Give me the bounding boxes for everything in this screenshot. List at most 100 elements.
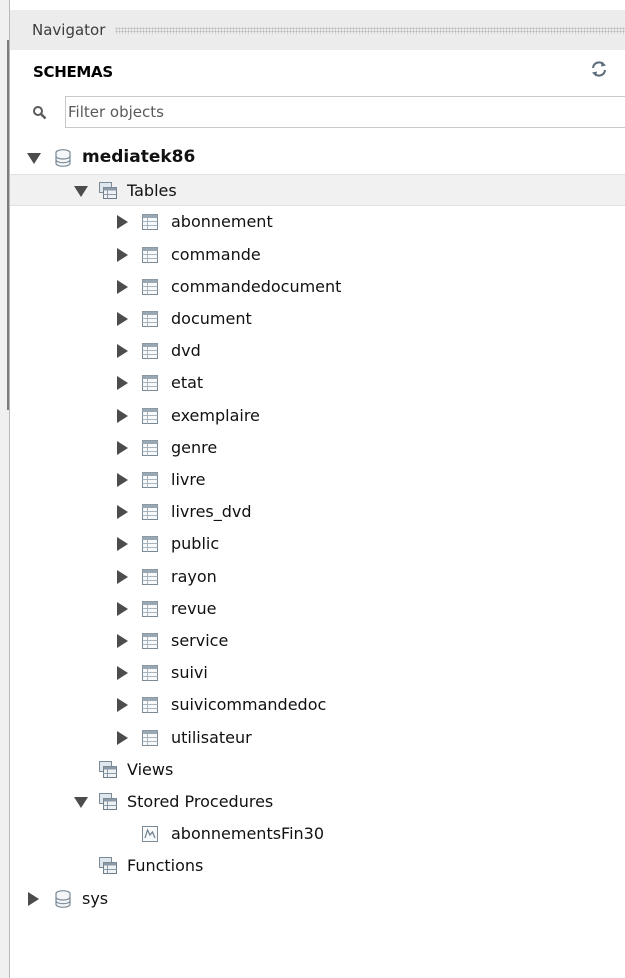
expand-down-arrow-icon[interactable]: [74, 797, 88, 808]
table-name: rayon: [171, 566, 217, 586]
table-node[interactable]: suivi: [10, 657, 625, 689]
navigator-header[interactable]: Navigator: [10, 10, 625, 50]
tables-folder-icon: [98, 181, 118, 201]
table-icon: [140, 341, 160, 361]
table-icon: [140, 277, 160, 297]
procedure-icon: [140, 824, 160, 844]
table-node[interactable]: service: [10, 625, 625, 657]
schema-name: sys: [82, 888, 109, 908]
collapse-right-arrow-icon[interactable]: [117, 440, 128, 455]
table-name: public: [171, 534, 220, 554]
filter-row: [10, 96, 625, 130]
table-name: abonnement: [171, 212, 273, 232]
left-edge-bar: [0, 0, 10, 978]
table-icon: [140, 245, 160, 265]
collapse-right-arrow-icon[interactable]: [117, 730, 128, 745]
table-node[interactable]: commande: [10, 239, 625, 271]
table-name: document: [171, 309, 252, 328]
table-node[interactable]: commandedocument: [10, 271, 625, 303]
table-icon: [140, 567, 160, 587]
schemas-title: SCHEMAS: [33, 63, 113, 81]
procedures-folder-icon: [98, 792, 118, 812]
collapse-right-arrow-icon[interactable]: [117, 376, 128, 391]
collapse-right-arrow-icon[interactable]: [117, 666, 128, 681]
table-node[interactable]: livres_dvd: [10, 496, 625, 528]
table-name: exemplaire: [171, 405, 260, 425]
table-name: utilisateur: [171, 727, 252, 747]
table-node[interactable]: rayon: [10, 561, 625, 593]
table-icon: [140, 502, 160, 522]
table-name: service: [171, 631, 229, 650]
views-folder-icon: [98, 760, 118, 780]
search-icon: [33, 106, 47, 120]
procedure-node[interactable]: abonnementsFin30: [10, 818, 625, 850]
table-node[interactable]: livre: [10, 464, 625, 496]
table-name: suivicommandedoc: [171, 695, 327, 715]
table-node[interactable]: etat: [10, 367, 625, 399]
table-node[interactable]: genre: [10, 432, 625, 464]
table-node[interactable]: utilisateur: [10, 722, 625, 754]
collapse-right-arrow-icon[interactable]: [117, 537, 128, 552]
collapse-right-arrow-icon[interactable]: [117, 408, 128, 423]
table-node[interactable]: dvd: [10, 335, 625, 367]
table-node[interactable]: suivicommandedoc: [10, 689, 625, 721]
table-name: etat: [171, 373, 204, 393]
collapse-right-arrow-icon[interactable]: [117, 344, 128, 359]
schema-name: mediatek86: [82, 147, 196, 167]
schema-node-sys[interactable]: sys: [10, 883, 625, 915]
collapse-right-arrow-icon[interactable]: [117, 312, 128, 326]
navigator-title: Navigator: [32, 21, 106, 39]
tables-label: Tables: [127, 181, 177, 201]
table-icon: [140, 406, 160, 426]
schema-node-mediatek86[interactable]: mediatek86: [10, 142, 625, 174]
table-node[interactable]: exemplaire: [10, 400, 625, 432]
table-name: commandedocument: [171, 276, 342, 296]
collapse-right-arrow-icon[interactable]: [28, 891, 39, 906]
table-icon: [140, 438, 160, 458]
stored-procedures-label: Stored Procedures: [127, 792, 274, 811]
collapse-right-arrow-icon[interactable]: [117, 247, 128, 262]
expand-down-arrow-icon[interactable]: [74, 186, 88, 198]
table-icon: [140, 663, 160, 683]
left-edge-line: [7, 40, 9, 410]
table-icon: [140, 728, 160, 748]
table-node[interactable]: abonnement: [10, 206, 625, 238]
collapse-right-arrow-icon[interactable]: [117, 634, 128, 648]
navigator-panel: Navigator SCHEMAS mediatek86 Tables abonne…: [10, 0, 625, 978]
table-node[interactable]: revue: [10, 593, 625, 625]
functions-label: Functions: [127, 856, 204, 876]
header-drag-grip[interactable]: [115, 27, 625, 34]
table-name: revue: [171, 598, 217, 618]
tree-node-functions[interactable]: Functions: [10, 850, 625, 882]
collapse-right-arrow-icon[interactable]: [117, 215, 128, 230]
procedure-name: abonnementsFin30: [171, 824, 325, 844]
refresh-icon[interactable]: [590, 60, 608, 78]
database-icon: [53, 889, 73, 909]
collapse-right-arrow-icon[interactable]: [117, 279, 128, 294]
table-icon: [140, 599, 160, 619]
collapse-right-arrow-icon[interactable]: [117, 505, 128, 520]
table-icon: [140, 534, 160, 554]
tree-node-tables[interactable]: Tables: [10, 174, 625, 207]
table-name: genre: [171, 437, 218, 457]
table-icon: [140, 470, 160, 490]
views-label: Views: [127, 759, 174, 779]
tree-node-stored-procedures[interactable]: Stored Procedures: [10, 786, 625, 818]
filter-objects-input[interactable]: [65, 96, 625, 128]
table-icon: [140, 309, 160, 329]
table-name: livres_dvd: [171, 502, 252, 522]
table-node[interactable]: public: [10, 528, 625, 560]
tree-node-views[interactable]: Views: [10, 754, 625, 786]
collapse-right-arrow-icon[interactable]: [117, 473, 128, 487]
collapse-right-arrow-icon[interactable]: [117, 601, 128, 616]
table-icon: [140, 631, 160, 651]
collapse-right-arrow-icon[interactable]: [117, 569, 128, 584]
database-icon: [53, 148, 73, 168]
table-icon: [140, 695, 160, 715]
table-icon: [140, 373, 160, 393]
table-name: commande: [171, 244, 261, 264]
functions-folder-icon: [98, 856, 118, 876]
table-node[interactable]: document: [10, 303, 625, 335]
collapse-right-arrow-icon[interactable]: [117, 698, 128, 713]
expand-down-arrow-icon[interactable]: [27, 153, 41, 164]
